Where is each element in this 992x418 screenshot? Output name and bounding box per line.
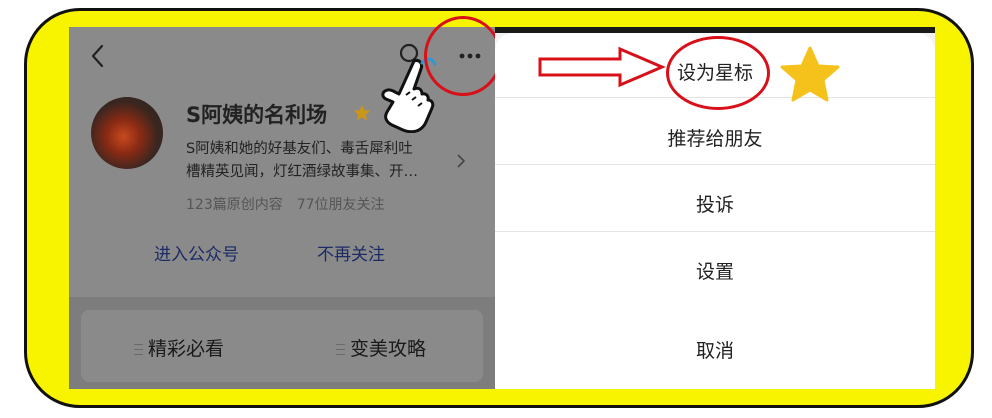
star-icon: [780, 46, 840, 102]
back-arrow-icon[interactable]: [83, 41, 113, 71]
chevron-right-icon: [457, 154, 466, 168]
menu-lines-icon: [336, 344, 345, 355]
divider: [495, 231, 935, 232]
menu-lines-icon: [134, 344, 143, 355]
original-count: 123篇原创内容: [186, 197, 283, 213]
report-button[interactable]: 投诉: [495, 190, 935, 217]
friends-following: 77位朋友关注: [296, 197, 385, 213]
enter-account-button[interactable]: 进入公众号: [154, 240, 239, 265]
menu-bar: 精彩必看 变美攻略: [69, 297, 496, 389]
cancel-button[interactable]: 取消: [495, 336, 935, 363]
account-stats: 123篇原创内容 77位朋友关注: [186, 194, 385, 214]
divider: [495, 164, 935, 165]
account-description[interactable]: S阿姨和她的好基友们、毒舌犀利吐 槽精英见闻，灯红酒绿故事集、开…: [186, 138, 456, 184]
recommend-to-friend-button[interactable]: 推荐给朋友: [495, 124, 935, 151]
unfollow-button[interactable]: 不再关注: [317, 240, 385, 265]
highlight-circle-set-star: [666, 36, 770, 110]
description-line-1: S阿姨和她的好基友们、毒舌犀利吐: [186, 141, 413, 157]
avatar[interactable]: [91, 97, 163, 169]
account-name: S阿姨的名利场: [186, 103, 328, 127]
menu-card: 精彩必看 变美攻略: [81, 310, 483, 382]
menu-item-beauty-guide[interactable]: 变美攻略: [336, 334, 426, 361]
description-line-2: 槽精英见闻，灯红酒绿故事集、开…: [186, 164, 418, 180]
cancel-area: 取消: [495, 308, 935, 389]
highlight-circle-more: [424, 16, 502, 96]
settings-button[interactable]: 设置: [495, 257, 935, 284]
arrow-right-icon: [538, 46, 666, 88]
menu-item-featured[interactable]: 精彩必看: [134, 334, 224, 361]
